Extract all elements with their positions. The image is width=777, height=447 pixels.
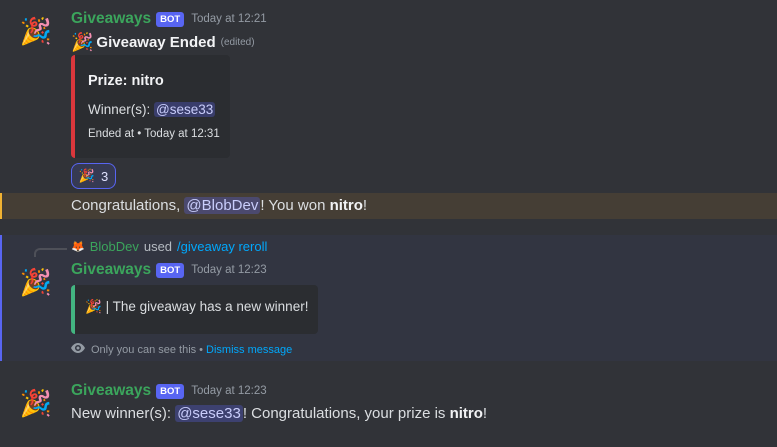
reroll-embed: 🎉 | The giveaway has a new winner! bbox=[71, 285, 318, 334]
title-text: Giveaway Ended bbox=[96, 34, 216, 51]
new-winner-middle: ! Congratulations, your prize is bbox=[242, 405, 446, 422]
user-mention[interactable]: @BlobDev bbox=[184, 197, 261, 214]
party-popper-icon: 🎉 bbox=[71, 32, 94, 52]
winner-mention[interactable]: @sese33 bbox=[175, 405, 243, 422]
timestamp[interactable]: Today at 12:21 bbox=[191, 13, 266, 25]
reaction-count: 3 bbox=[100, 168, 109, 184]
winner-mention[interactable]: @sese33 bbox=[154, 102, 216, 117]
reply-connector bbox=[34, 248, 67, 257]
note-separator: • bbox=[199, 343, 204, 356]
congrats-middle: ! You won bbox=[260, 197, 326, 214]
new-winner-text: | The giveaway has a new winner! bbox=[105, 299, 309, 314]
party-popper-icon: 🎉 bbox=[19, 266, 53, 297]
giveaways-avatar[interactable]: 🎉 bbox=[16, 383, 56, 423]
giveaway-title: 🎉 Giveaway Ended (edited) bbox=[71, 32, 255, 53]
slash-command[interactable]: /giveaway reroll bbox=[177, 239, 267, 254]
embed-footer: Ended at • Today at 12:31 bbox=[88, 128, 220, 140]
bot-tag: BOT bbox=[156, 383, 185, 399]
prize-name: nitro bbox=[449, 405, 483, 422]
party-popper-icon: 🎉 bbox=[85, 299, 102, 314]
giveaways-avatar[interactable]: 🎉 bbox=[16, 262, 56, 302]
username[interactable]: Giveaways bbox=[71, 10, 151, 28]
username[interactable]: Giveaways bbox=[71, 261, 151, 279]
user-avatar-icon: 🦊 bbox=[71, 241, 85, 253]
reply-used: used bbox=[143, 239, 173, 254]
prize-name: nitro bbox=[329, 197, 363, 214]
timestamp[interactable]: Today at 12:23 bbox=[191, 385, 266, 397]
footer-time: Today at 12:31 bbox=[144, 128, 220, 140]
embed-title: Prize: nitro bbox=[88, 73, 164, 89]
party-popper-icon: 🎉 bbox=[19, 15, 53, 46]
reaction-button[interactable]: 🎉 3 bbox=[71, 163, 116, 189]
footer-ended: Ended at bbox=[88, 128, 135, 140]
congrats-prefix: Congratulations, bbox=[71, 197, 181, 214]
only-you-text: Only you can see this bbox=[91, 343, 197, 356]
message-header: Giveaways BOT Today at 12:23 bbox=[71, 382, 267, 400]
bot-tag: BOT bbox=[156, 262, 185, 278]
reply-username[interactable]: BlobDev bbox=[90, 239, 139, 254]
eye-icon bbox=[71, 343, 85, 356]
message-header: Giveaways BOT Today at 12:23 bbox=[71, 261, 267, 279]
giveaways-avatar[interactable]: 🎉 bbox=[16, 11, 56, 51]
reply-context[interactable]: 🦊 BlobDev used /giveaway reroll bbox=[71, 239, 267, 254]
congratulations-message: Congratulations, @BlobDev! You won nitro… bbox=[71, 197, 367, 214]
congrats-suffix: ! bbox=[362, 197, 368, 214]
bot-tag: BOT bbox=[156, 11, 185, 27]
timestamp[interactable]: Today at 12:23 bbox=[191, 264, 266, 276]
message-header: Giveaways BOT Today at 12:21 bbox=[71, 10, 267, 28]
username[interactable]: Giveaways bbox=[71, 382, 151, 400]
new-winner-message: New winner(s): @sese33! Congratulations,… bbox=[71, 405, 487, 422]
ephemeral-note: Only you can see this • Dismiss message bbox=[71, 343, 292, 356]
party-popper-icon: 🎉 bbox=[78, 168, 95, 183]
embed-text: 🎉 | The giveaway has a new winner! bbox=[85, 299, 308, 315]
embed-winner-line: Winner(s): @sese33 bbox=[88, 102, 216, 117]
footer-separator: • bbox=[137, 128, 142, 140]
winner-label: Winner(s): bbox=[88, 102, 151, 117]
giveaway-embed: Prize: nitro Winner(s): @sese33 Ended at… bbox=[71, 55, 230, 158]
dismiss-message-link[interactable]: Dismiss message bbox=[206, 344, 292, 356]
new-winner-prefix: New winner(s): bbox=[71, 405, 172, 422]
new-winner-suffix: ! bbox=[482, 405, 488, 422]
party-popper-icon: 🎉 bbox=[19, 387, 53, 418]
edited-label: (edited) bbox=[220, 37, 255, 48]
